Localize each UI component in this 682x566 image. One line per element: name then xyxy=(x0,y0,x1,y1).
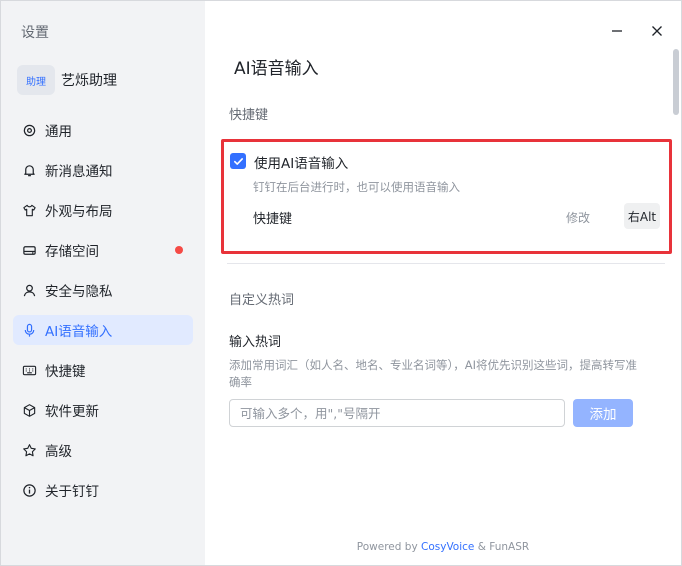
footer-brand-link[interactable]: CosyVoice xyxy=(421,541,474,553)
info-icon xyxy=(21,482,37,498)
ai-voice-input-checkbox[interactable] xyxy=(230,153,246,169)
sidebar-item-label: 安全与隐私 xyxy=(45,284,113,300)
sidebar-item-advanced[interactable]: 高级 xyxy=(13,435,193,465)
keyboard-icon xyxy=(21,362,37,378)
scrollbar[interactable] xyxy=(671,49,681,119)
sidebar-item-ai-voice-input[interactable]: AI语音输入 xyxy=(13,315,193,345)
sidebar-nav: 通用 新消息通知 外观与布局 存储空间 安全与隐私 AI语音输入 快捷键 软件更… xyxy=(13,115,193,515)
minimize-button[interactable] xyxy=(607,21,627,41)
footer-powered-by: Powered by CosyVoice & FunASR xyxy=(205,541,681,553)
bell-icon xyxy=(21,162,37,178)
shortcut-label: 快捷键 xyxy=(253,212,293,227)
settings-window: 设置 助理 艺烁助理 通用 新消息通知 外观与布局 存储空间 安全与隐私 AI语… xyxy=(0,0,682,566)
sidebar-item-about[interactable]: 关于钉钉 xyxy=(13,475,193,505)
sidebar-item-shortcuts[interactable]: 快捷键 xyxy=(13,355,193,385)
sidebar-item-label: 高级 xyxy=(45,444,72,460)
sidebar-item-label: 软件更新 xyxy=(45,404,99,420)
ai-voice-input-description: 钉钉在后台进行时，也可以使用语音输入 xyxy=(253,180,460,194)
sidebar: 设置 助理 艺烁助理 通用 新消息通知 外观与布局 存储空间 安全与隐私 AI语… xyxy=(1,1,205,565)
shortcut-section-heading: 快捷键 xyxy=(229,108,269,123)
sidebar-item-label: 新消息通知 xyxy=(45,164,113,180)
sidebar-item-software-update[interactable]: 软件更新 xyxy=(13,395,193,425)
edit-shortcut-link[interactable]: 修改 xyxy=(566,209,590,226)
storage-alert-dot xyxy=(175,246,183,254)
sidebar-item-general[interactable]: 通用 xyxy=(13,115,193,145)
hotwords-input[interactable] xyxy=(229,399,565,427)
sidebar-item-storage[interactable]: 存储空间 xyxy=(13,235,193,265)
microphone-icon xyxy=(21,322,37,338)
gear-icon xyxy=(21,122,37,138)
hotwords-section-heading: 自定义热词 xyxy=(229,293,295,308)
close-icon xyxy=(652,26,662,36)
minimize-icon xyxy=(612,30,622,32)
sidebar-item-label: 关于钉钉 xyxy=(45,484,99,500)
footer-prefix: Powered by xyxy=(356,541,418,553)
page-title: AI语音输入 xyxy=(234,59,319,79)
star-icon xyxy=(21,442,37,458)
assistant-name: 艺烁助理 xyxy=(61,73,117,89)
sidebar-item-label: 存储空间 xyxy=(45,244,99,260)
sidebar-item-label: 外观与布局 xyxy=(45,204,113,220)
checkmark-icon xyxy=(233,157,243,165)
sidebar-item-label: 通用 xyxy=(45,124,72,140)
sidebar-item-label: AI语音输入 xyxy=(45,324,113,340)
drive-icon xyxy=(21,242,37,258)
person-icon xyxy=(21,282,37,298)
footer-suffix: & FunASR xyxy=(477,541,530,553)
assistant-avatar: 助理 xyxy=(17,65,55,95)
scrollbar-thumb[interactable] xyxy=(673,49,679,115)
sidebar-item-label: 快捷键 xyxy=(45,364,86,380)
cube-icon xyxy=(21,402,37,418)
add-hotword-button[interactable]: 添加 xyxy=(573,399,633,427)
assistant-entry[interactable]: 助理 艺烁助理 xyxy=(17,65,117,95)
shortcut-key-badge: 右Alt xyxy=(624,203,660,229)
sidebar-item-security[interactable]: 安全与隐私 xyxy=(13,275,193,305)
hotwords-description: 添加常用词汇（如人名、地名、专业名词等），AI将优先识别这些词，提高转写准确率 xyxy=(229,358,638,389)
sidebar-item-appearance[interactable]: 外观与布局 xyxy=(13,195,193,225)
hotwords-title: 输入热词 xyxy=(229,335,282,350)
shirt-icon xyxy=(21,202,37,218)
sidebar-title: 设置 xyxy=(21,25,49,41)
ai-voice-input-label[interactable]: 使用AI语音输入 xyxy=(254,152,348,172)
close-button[interactable] xyxy=(647,21,667,41)
main-panel: AI语音输入 快捷键 使用AI语音输入 钉钉在后台进行时，也可以使用语音输入 快… xyxy=(205,1,681,565)
section-divider xyxy=(227,263,665,264)
sidebar-item-notifications[interactable]: 新消息通知 xyxy=(13,155,193,185)
